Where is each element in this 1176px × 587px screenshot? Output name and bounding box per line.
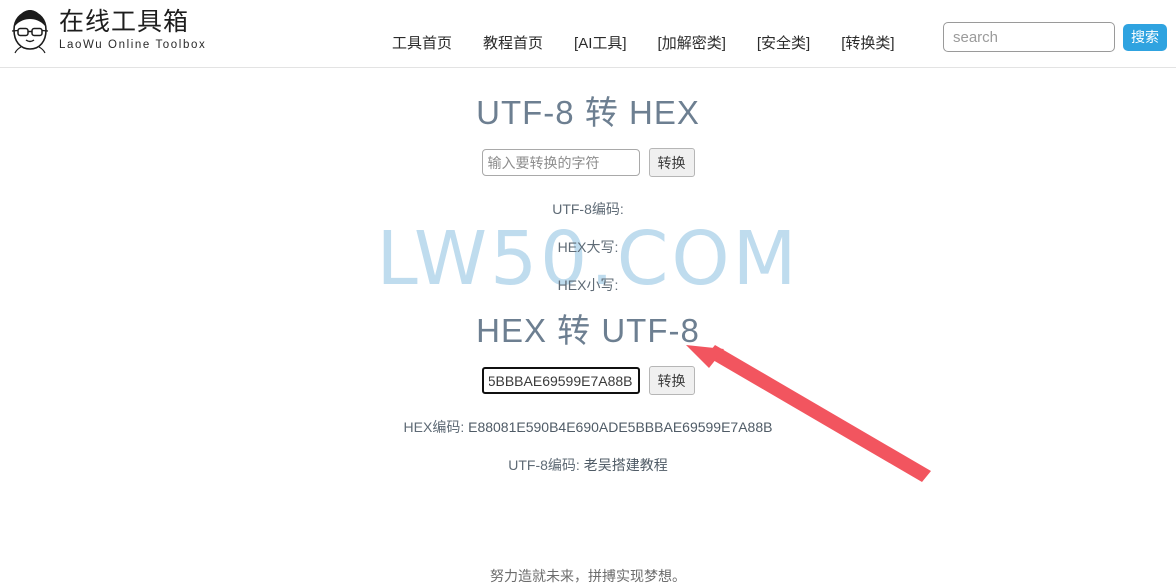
face-with-glasses-logo-icon (11, 10, 49, 54)
nav-item-security[interactable]: [安全类] (757, 32, 810, 53)
nav-item-ai-tools[interactable]: [AI工具] (574, 32, 627, 53)
site-logo[interactable]: 在线工具箱 LaoWu Online Toolbox (8, 8, 206, 54)
utf8-to-hex-title: UTF-8 转 HEX (476, 94, 700, 131)
utf8-to-hex-section: UTF-8 转 HEX 转换 UTF-8编码: HEX大写: HEX小写: (0, 68, 1176, 293)
hex-to-utf8-section: HEX 转 UTF-8 转换 HEX编码: E88081E590B4E690AD… (0, 293, 1176, 474)
utf8-to-hex-input[interactable] (481, 149, 640, 176)
hex-upper-result: HEX大写: (0, 239, 1176, 256)
hex-lower-result: HEX小写: (0, 277, 1176, 294)
search-input[interactable] (943, 22, 1115, 52)
utf8-encode-result: UTF-8编码: (0, 201, 1176, 218)
brand-title: 在线工具箱 (59, 8, 190, 37)
utf8-decode-result: UTF-8编码: 老吴搭建教程 (0, 457, 1176, 474)
site-header: 在线工具箱 LaoWu Online Toolbox 工具首页 教程首页 [AI… (0, 0, 1176, 68)
hex-encode-result-label: HEX编码: (403, 419, 465, 436)
nav-item-tools-home[interactable]: 工具首页 (392, 32, 452, 53)
nav-item-encryption[interactable]: [加解密类] (658, 32, 726, 53)
utf8-encode-result-label: UTF-8编码: (552, 201, 624, 217)
hex-to-utf8-title: HEX 转 UTF-8 (476, 312, 700, 350)
brand-subtitle: LaoWu Online Toolbox (59, 39, 207, 52)
hex-to-utf8-input[interactable] (481, 367, 640, 395)
utf8-to-hex-form: 转换 (0, 148, 1176, 177)
hex-upper-result-label: HEX大写: (557, 238, 619, 255)
hex-encode-result-value: E88081E590B4E690ADE5BBBAE69599E7A88B (468, 419, 773, 436)
footer-slogan: 努力造就未来，拼搏实现梦想。 (490, 568, 686, 584)
search-area: 搜索 (943, 22, 1167, 52)
search-button[interactable]: 搜索 (1123, 23, 1167, 51)
main-navigation: 工具首页 教程首页 [AI工具] [加解密类] [安全类] [转换类] (392, 32, 895, 53)
hex-lower-result-label: HEX小写: (557, 276, 619, 293)
brand-text-block: 在线工具箱 LaoWu Online Toolbox (59, 10, 206, 52)
utf8-decode-result-value: 老吴搭建教程 (583, 457, 668, 474)
utf8-decode-result-label: UTF-8编码: (508, 457, 580, 474)
hex-to-utf8-form: 转换 (0, 366, 1176, 396)
hex-to-utf8-convert-button[interactable]: 转换 (648, 366, 695, 396)
utf8-to-hex-convert-button[interactable]: 转换 (648, 148, 695, 177)
nav-item-conversion[interactable]: [转换类] (841, 32, 894, 53)
main-content: LW50.COM UTF-8 转 HEX 转换 UTF-8编码: HEX大写: … (0, 68, 1176, 474)
hex-encode-result: HEX编码: E88081E590B4E690ADE5BBBAE69599E7A… (0, 419, 1176, 436)
nav-item-tutorial-home[interactable]: 教程首页 (483, 32, 543, 53)
